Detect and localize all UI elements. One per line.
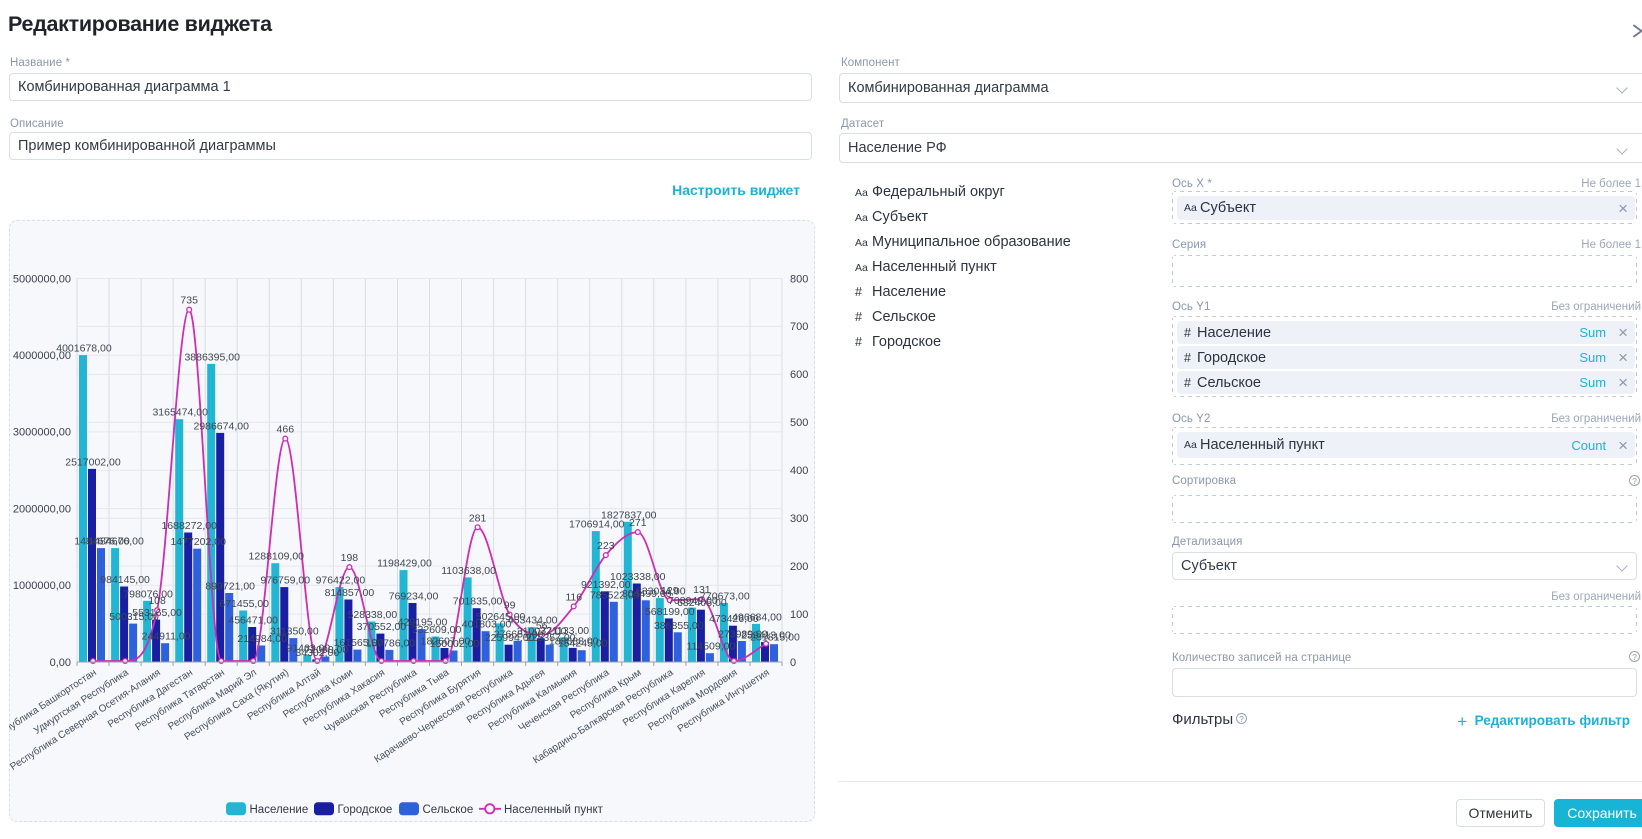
svg-text:Население: Население [250, 804, 309, 816]
svg-text:332609,00: 332609,00 [412, 624, 462, 636]
svg-text:466: 466 [277, 424, 295, 436]
svg-text:814857,00: 814857,00 [325, 587, 375, 599]
svg-text:3000000,00: 3000000,00 [13, 427, 71, 439]
svg-text:2986674,00: 2986674,00 [193, 420, 249, 432]
svg-text:1103638,00: 1103638,00 [441, 565, 496, 577]
svg-text:Сельское: Сельское [423, 804, 474, 816]
svg-text:271: 271 [629, 517, 647, 529]
svg-text:769234,00: 769234,00 [389, 591, 439, 603]
svg-text:984145,00: 984145,00 [100, 574, 150, 586]
svg-text:281: 281 [469, 512, 487, 524]
svg-text:1198429,00: 1198429,00 [377, 558, 432, 570]
svg-text:2517002,00: 2517002,00 [65, 456, 121, 468]
svg-text:3165474,00: 3165474,00 [152, 407, 208, 419]
svg-text:700: 700 [790, 321, 808, 333]
svg-text:735: 735 [180, 295, 198, 307]
svg-text:1477202,00: 1477202,00 [170, 536, 226, 548]
svg-text:496684,00: 496684,00 [732, 611, 782, 623]
svg-text:5000000,00: 5000000,00 [13, 273, 71, 285]
svg-text:311350,00: 311350,00 [270, 626, 319, 638]
svg-text:154245,00: 154245,00 [558, 638, 608, 650]
svg-text:108: 108 [148, 595, 166, 607]
svg-text:150002,00: 150002,00 [430, 638, 480, 650]
svg-text:200: 200 [790, 561, 808, 573]
svg-text:528338,00: 528338,00 [348, 609, 398, 621]
svg-text:701835,00: 701835,00 [453, 596, 503, 608]
svg-text:2000000,00: 2000000,00 [13, 503, 71, 515]
svg-text:Населенный пункт: Населенный пункт [504, 804, 604, 816]
svg-text:1484676,00: 1484676,00 [88, 536, 144, 548]
svg-text:976759,00: 976759,00 [260, 575, 310, 587]
svg-text:671455,00: 671455,00 [219, 598, 269, 610]
svg-text:198: 198 [341, 552, 359, 564]
svg-text:400: 400 [790, 465, 808, 477]
svg-text:0,00: 0,00 [50, 657, 71, 669]
svg-text:3886395,00: 3886395,00 [184, 351, 240, 363]
svg-text:1023338,00: 1023338,00 [610, 571, 666, 583]
svg-text:231815,00: 231815,00 [750, 632, 800, 644]
svg-text:244911,00: 244911,00 [142, 631, 191, 643]
svg-text:500: 500 [790, 417, 808, 429]
svg-text:386855,00: 386855,00 [654, 620, 704, 632]
svg-text:223: 223 [597, 540, 615, 552]
svg-text:114509,00: 114509,00 [686, 641, 735, 653]
svg-text:1000000,00: 1000000,00 [13, 580, 71, 592]
svg-text:116: 116 [565, 591, 582, 603]
svg-text:4001678,00: 4001678,00 [56, 343, 112, 355]
svg-text:600: 600 [790, 369, 808, 381]
svg-text:553165,00: 553165,00 [132, 607, 182, 619]
svg-text:770673,00: 770673,00 [700, 590, 750, 602]
svg-text:100: 100 [790, 609, 808, 621]
svg-text:800: 800 [790, 273, 808, 285]
svg-text:300: 300 [790, 513, 808, 525]
svg-text:157786,00: 157786,00 [366, 637, 416, 649]
svg-text:Городское: Городское [338, 804, 393, 816]
svg-text:976422,00: 976422,00 [316, 575, 366, 587]
svg-text:1688272,00: 1688272,00 [161, 520, 217, 532]
svg-text:899721,00: 899721,00 [205, 581, 255, 593]
svg-text:1288109,00: 1288109,00 [249, 551, 305, 563]
svg-text:0: 0 [790, 657, 796, 669]
svg-text:99: 99 [504, 600, 516, 612]
